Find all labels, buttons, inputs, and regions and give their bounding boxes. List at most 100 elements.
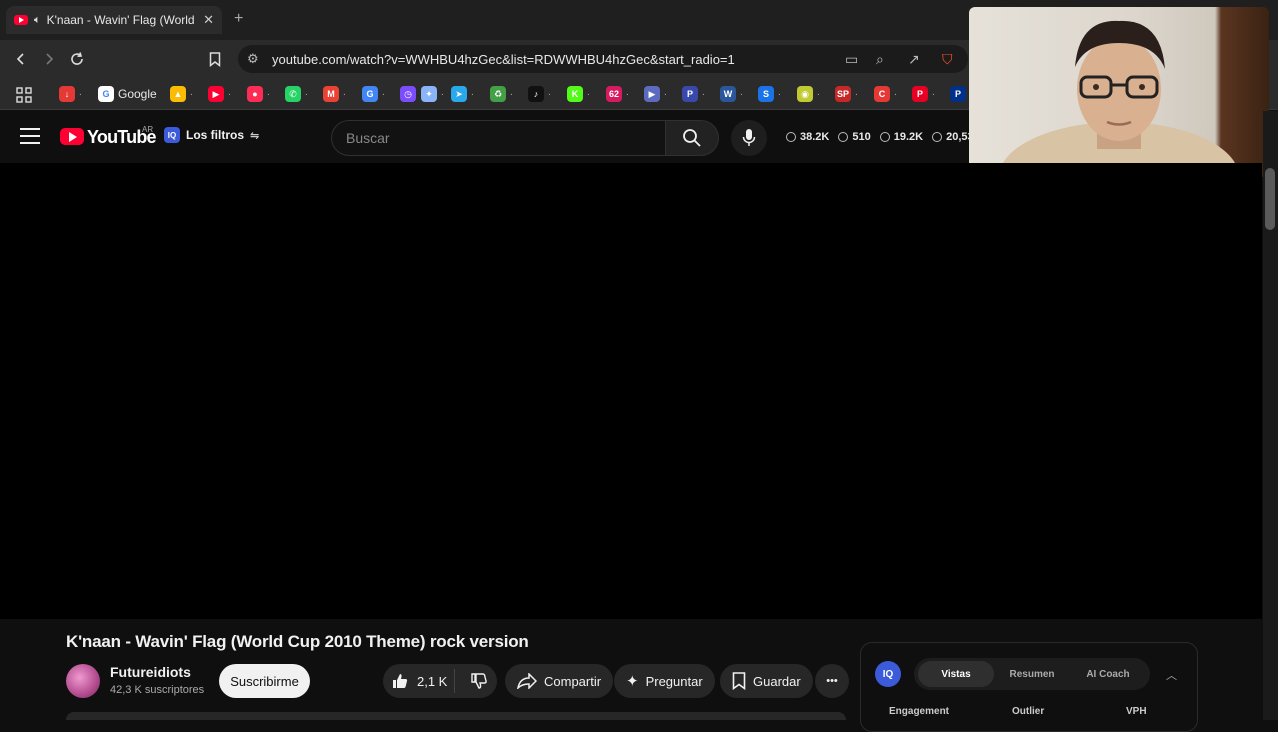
bookmark-separator: .	[382, 87, 385, 98]
thumbs-up-icon	[393, 674, 408, 688]
streamer-webcam-image	[999, 20, 1239, 177]
microphone-icon	[742, 129, 756, 146]
share-icon[interactable]: ↗	[908, 51, 920, 68]
bookmark-separator: .	[79, 87, 82, 98]
video-player[interactable]	[0, 163, 1262, 619]
collapse-chevron-icon[interactable]: ︿	[1166, 667, 1177, 683]
sliders-icon: ⇋	[250, 129, 260, 142]
description-box[interactable]	[66, 712, 846, 720]
back-icon[interactable]	[10, 48, 32, 70]
scrollbar-thumb[interactable]	[1265, 168, 1275, 230]
bookmark-pinterest-icon[interactable]: P	[912, 86, 928, 102]
eye-icon	[838, 132, 849, 142]
like-button[interactable]: 2,1 K	[383, 669, 455, 693]
bookmark-download-icon[interactable]: ↓	[59, 86, 75, 102]
bookmark-separator: .	[702, 87, 705, 98]
iq-logo-icon: IQ	[875, 661, 901, 687]
video-title: K'naan - Wavin' Flag (World Cup 2010 The…	[66, 632, 529, 651]
bookmark-whatsapp-icon[interactable]: ✆	[285, 86, 301, 102]
bookmark-music-icon[interactable]: ●	[247, 86, 263, 102]
search-icon	[683, 129, 701, 147]
stat-value: 19.2K	[893, 131, 924, 143]
more-actions-button[interactable]: •••	[815, 664, 849, 698]
site-settings-icon[interactable]: ⚙︎	[247, 51, 259, 67]
bookmark-word-icon[interactable]: W	[720, 86, 736, 102]
apps-grid-icon[interactable]	[13, 84, 35, 106]
bookmark-youtube-icon[interactable]: ▶	[208, 86, 224, 102]
more-icon: •••	[826, 675, 838, 687]
bookmark-sp-app-icon[interactable]: SP	[835, 86, 851, 102]
brave-shield-icon[interactable]: ⛉	[942, 51, 953, 68]
iq-tab-resumen[interactable]: Resumen	[994, 661, 1070, 687]
zoom-icon[interactable]: ⌕	[876, 51, 884, 68]
bookmark-play-icon[interactable]: ▶	[644, 86, 660, 102]
iq-tab-ai-coach[interactable]: AI Coach	[1070, 661, 1146, 687]
reload-icon[interactable]	[66, 48, 88, 70]
bookmark-paypal-icon[interactable]: P	[950, 86, 966, 102]
iq-badge-icon: IQ	[164, 127, 180, 143]
bookmark-clock-icon[interactable]: ◷	[400, 86, 416, 102]
save-label: Guardar	[753, 673, 801, 689]
youtube-logo-icon[interactable]	[60, 128, 84, 145]
channel-avatar[interactable]	[66, 664, 100, 698]
filters-button[interactable]: IQ Los filtros ⇋	[164, 127, 259, 143]
bookmark-recycle-icon[interactable]: ♻	[490, 86, 506, 102]
bookmark-telegram-icon[interactable]: ➤	[451, 86, 467, 102]
iq-tabs: Vistas Resumen AI Coach	[914, 658, 1150, 690]
bookmark-cloud-icon[interactable]: ◉	[797, 86, 813, 102]
cast-icon[interactable]: ▭	[845, 51, 858, 68]
forward-icon[interactable]	[38, 48, 60, 70]
channel-name[interactable]: Futureidiots	[110, 664, 191, 680]
subscribe-button[interactable]: Suscribirme	[219, 664, 310, 698]
voice-search-button[interactable]	[731, 120, 767, 156]
bookmark-separator: .	[548, 87, 551, 98]
bookmark-kick-icon[interactable]: K	[567, 86, 583, 102]
menu-icon[interactable]	[20, 128, 40, 144]
thumbs-down-icon	[471, 673, 488, 689]
search-placeholder: Buscar	[346, 130, 390, 146]
channel-stats: 38.2K 510 19.2K 20,53	[786, 131, 974, 143]
browser-tab[interactable]: 🔈︎ K'naan - Wavin' Flag (World ✕	[6, 6, 222, 34]
tab-title: K'naan - Wavin' Flag (World	[46, 13, 195, 27]
bookmark-ads-icon[interactable]: ▲	[170, 86, 186, 102]
bookmark-separator: .	[441, 87, 444, 98]
stat-videos: 510	[838, 131, 871, 143]
stat-subscribers: 20,53	[932, 131, 974, 143]
save-button[interactable]: Guardar	[720, 664, 813, 698]
eye-icon	[879, 132, 890, 142]
bookmark-separator: .	[894, 87, 897, 98]
speaker-icon[interactable]: 🔈︎	[34, 14, 41, 27]
bookmark-google-icon[interactable]: G	[98, 86, 114, 102]
bookmark-counter-62-icon[interactable]: 62	[606, 86, 622, 102]
dislike-button[interactable]	[462, 672, 497, 690]
bookmark-c-app-icon[interactable]: C	[874, 86, 890, 102]
new-tab-button[interactable]: +	[234, 10, 243, 28]
stat-views-total: 38.2K	[786, 131, 829, 143]
bookmark-gmail-icon[interactable]: M	[323, 86, 339, 102]
iq-analytics-panel: IQ Vistas Resumen AI Coach ︿ Engagement …	[860, 642, 1198, 732]
youtube-favicon-icon	[14, 15, 28, 25]
subscriber-count: 42,3 K suscriptores	[110, 684, 205, 696]
tab-close-icon[interactable]: ✕	[203, 12, 214, 28]
search-input[interactable]: Buscar	[331, 120, 666, 156]
bookmark-icon[interactable]	[204, 48, 226, 70]
iq-tab-vistas[interactable]: Vistas	[918, 661, 994, 687]
bookmark-separator: .	[190, 87, 193, 98]
bookmark-s-app-icon[interactable]: S	[758, 86, 774, 102]
bookmark-separator: .	[932, 87, 935, 98]
bookmark-google-label[interactable]: Google	[118, 87, 157, 101]
bookmark-pin-icon[interactable]: ✦	[421, 86, 437, 102]
bookmark-separator: .	[510, 87, 513, 98]
address-bar[interactable]: ⚙︎ youtube.com/watch?v=WWHBU4hzGec&list=…	[238, 45, 968, 73]
stat-value: 510	[852, 131, 871, 143]
bookmark-p-app-icon[interactable]: P	[682, 86, 698, 102]
ask-button[interactable]: ✦ Preguntar	[614, 664, 715, 698]
share-button[interactable]: Compartir	[505, 664, 614, 698]
bookmark-separator: .	[343, 87, 346, 98]
bookmark-separator: .	[855, 87, 858, 98]
bookmark-google-2-icon[interactable]: G	[362, 86, 378, 102]
bookmark-tiktok-icon[interactable]: ♪	[528, 86, 544, 102]
like-dislike-group: 2,1 K	[383, 664, 497, 698]
stat-views-avg: 19.2K	[879, 131, 924, 143]
search-button[interactable]	[665, 120, 719, 156]
